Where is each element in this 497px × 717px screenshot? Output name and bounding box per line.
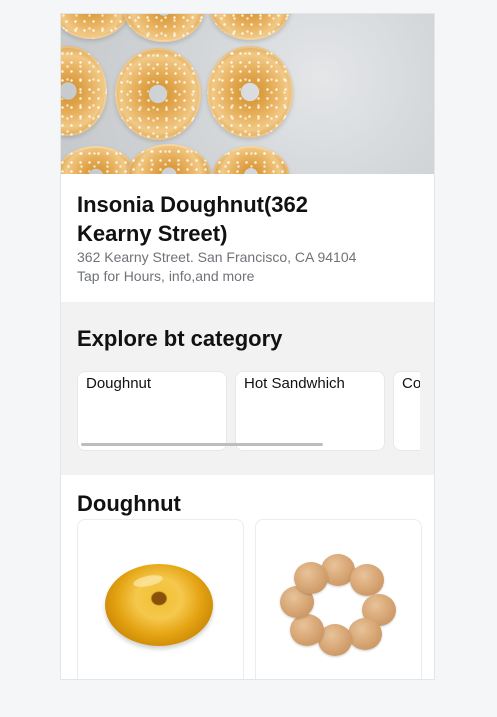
category-scrollbar[interactable] bbox=[81, 443, 323, 446]
doughnut-section-title: Doughnut bbox=[77, 491, 181, 516]
app-screen: Insonia Doughnut(362 Kearny Street) 362 … bbox=[60, 13, 435, 680]
category-label: Doughnut bbox=[86, 375, 152, 392]
category-carousel[interactable]: Doughnut Hot Sandwhich Co bbox=[77, 371, 420, 451]
store-address: 362 Kearny Street. San Francisco, CA 941… bbox=[77, 249, 357, 265]
hero-donut bbox=[207, 46, 293, 138]
pon-de-ring-doughnut-image bbox=[278, 554, 398, 656]
hero-donut bbox=[115, 48, 201, 140]
category-label: Hot Sandwhich bbox=[244, 375, 345, 392]
hero-donut bbox=[209, 14, 291, 40]
store-hero-image bbox=[61, 14, 434, 174]
store-more-info-link[interactable]: Tap for Hours, info,and more bbox=[77, 268, 254, 284]
hero-donut bbox=[213, 146, 289, 174]
product-card[interactable] bbox=[77, 519, 244, 679]
category-label: Co bbox=[402, 375, 420, 392]
hero-donut bbox=[61, 14, 131, 39]
hero-donut bbox=[61, 46, 107, 136]
category-card-hot-sandwhich[interactable]: Hot Sandwhich bbox=[235, 371, 385, 451]
category-card-partial[interactable]: Co bbox=[393, 371, 420, 451]
store-info-panel[interactable]: Insonia Doughnut(362 Kearny Street) 362 … bbox=[61, 174, 434, 302]
explore-category-section: Explore bt category Doughnut Hot Sandwhi… bbox=[61, 302, 434, 475]
hero-donut bbox=[61, 146, 136, 174]
glazed-doughnut-image bbox=[105, 564, 213, 646]
product-card[interactable] bbox=[255, 519, 422, 679]
hero-donut bbox=[127, 144, 211, 174]
explore-title: Explore bt category bbox=[77, 326, 283, 351]
category-card-doughnut[interactable]: Doughnut bbox=[77, 371, 227, 451]
hero-donut bbox=[123, 14, 205, 42]
store-name: Insonia Doughnut(362 Kearny Street) bbox=[77, 192, 308, 246]
